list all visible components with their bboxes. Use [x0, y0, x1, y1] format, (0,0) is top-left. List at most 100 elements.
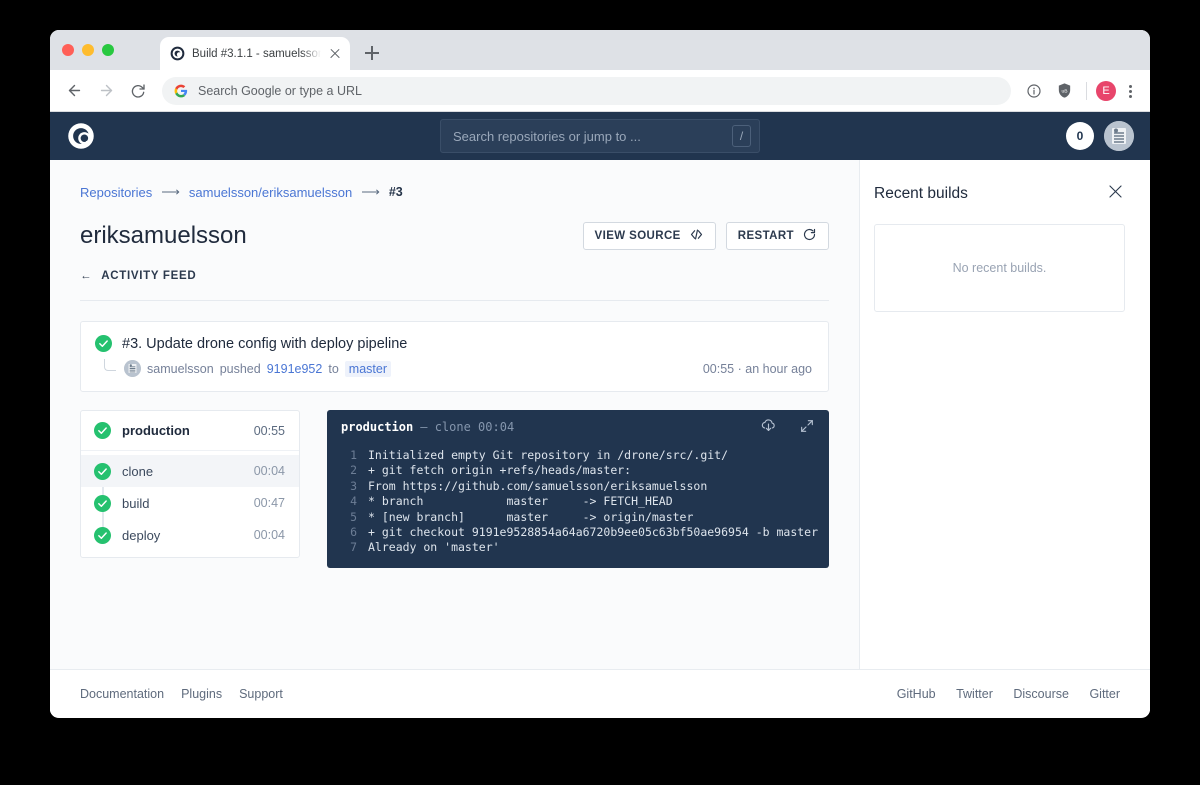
step-status-success-icon: [94, 526, 111, 544]
page-title-row: eriksamuelsson VIEW SOURCE RESTART: [80, 222, 829, 250]
toolbar-divider: [1086, 81, 1087, 100]
step-name: build: [122, 495, 150, 511]
log-line-number: 1: [350, 448, 357, 462]
extension-shield-icon[interactable]: uB: [1051, 78, 1077, 104]
log-line-number: 5: [350, 509, 357, 524]
step-duration: 00:04: [253, 528, 285, 542]
expand-logs-icon[interactable]: [799, 418, 815, 437]
build-meta-row: samuelsson pushed 9191e952 to master 00:…: [104, 359, 812, 377]
log-line: 2 + git fetch origin +refs/heads/master:: [327, 463, 829, 478]
breadcrumb-repositories[interactable]: Repositories: [80, 185, 152, 200]
log-line-number: 2: [350, 463, 357, 478]
log-line: 1 Initialized empty Git repository in /d…: [327, 448, 829, 463]
footer-link-documentation[interactable]: Documentation: [80, 687, 164, 701]
search-shortcut-key: /: [732, 125, 751, 147]
recent-builds-empty-state: No recent builds.: [874, 224, 1125, 312]
main-content: Repositories ⟶ samuelsson/eriksamuelsson…: [50, 160, 860, 669]
code-brackets-icon: [689, 227, 704, 245]
user-avatar[interactable]: [1104, 121, 1134, 151]
breadcrumb-arrow-icon: ⟶: [161, 184, 180, 199]
log-line-text: * [new branch] master -> origin/master: [368, 509, 694, 524]
log-line-number: 7: [350, 540, 357, 555]
footer-link-github[interactable]: GitHub: [897, 687, 936, 701]
log-line: 4 * branch master -> FETCH_HEAD: [327, 494, 829, 509]
address-bar[interactable]: Search Google or type a URL: [162, 76, 1011, 105]
breadcrumb-repo[interactable]: samuelsson/eriksamuelsson: [189, 185, 352, 200]
browser-tab[interactable]: Build #3.1.1 - samuelsson/eriks: [160, 37, 350, 70]
build-branch-badge[interactable]: master: [344, 360, 391, 377]
profile-avatar[interactable]: E: [1096, 80, 1116, 101]
new-tab-button[interactable]: [362, 43, 382, 63]
step-list: clone 00:04 build 00:47 deploy 00:04: [81, 451, 299, 557]
app-footer: Documentation Plugins Support GitHub Twi…: [50, 669, 1150, 717]
restart-button[interactable]: RESTART: [725, 222, 829, 250]
back-button[interactable]: [60, 77, 88, 105]
footer-link-support[interactable]: Support: [239, 687, 283, 701]
footer-link-discourse[interactable]: Discourse: [1013, 687, 1069, 701]
log-line: 7 Already on 'master': [327, 540, 829, 555]
app-header-actions: 0: [1066, 121, 1134, 151]
footer-link-twitter[interactable]: Twitter: [956, 687, 993, 701]
stage-header[interactable]: production 00:55: [81, 411, 299, 451]
svg-text:uB: uB: [1061, 88, 1068, 94]
author-avatar: [124, 360, 141, 377]
footer-link-gitter[interactable]: Gitter: [1089, 687, 1120, 701]
drone-favicon-icon: [170, 46, 185, 61]
log-line-number: 6: [350, 525, 357, 540]
page-info-icon[interactable]: [1021, 78, 1047, 104]
restart-label: RESTART: [737, 230, 794, 242]
build-summary-header: #3. Update drone config with deploy pipe…: [95, 335, 812, 352]
log-line-text: Initialized empty Git repository in /dro…: [368, 448, 729, 462]
step-item-deploy[interactable]: deploy 00:04: [81, 519, 299, 551]
close-window-button[interactable]: [62, 44, 74, 56]
reload-button[interactable]: [124, 77, 152, 105]
recent-builds-empty-text: No recent builds.: [952, 261, 1047, 275]
sidebar-header: Recent builds: [874, 182, 1125, 206]
build-to-label: to: [328, 361, 339, 376]
log-line-text: + git checkout 9191e9528854a64a6720b9ee0…: [368, 525, 819, 540]
build-status-success-icon: [95, 335, 112, 352]
view-source-button[interactable]: VIEW SOURCE: [582, 222, 716, 250]
app-header: Search repositories or jump to ... / 0: [50, 112, 1150, 160]
activity-feed-link[interactable]: ← ACTIVITY FEED: [80, 270, 829, 282]
browser-toolbar: Search Google or type a URL uB E: [50, 70, 1150, 112]
log-line-number: 4: [350, 494, 357, 509]
footer-link-plugins[interactable]: Plugins: [181, 687, 222, 701]
log-stage-name: production: [341, 420, 414, 434]
maximize-window-button[interactable]: [102, 44, 114, 56]
page-title: eriksamuelsson: [80, 222, 247, 249]
notification-badge[interactable]: 0: [1066, 122, 1094, 150]
step-name: deploy: [122, 527, 161, 543]
step-duration: 00:47: [253, 496, 285, 510]
view-source-label: VIEW SOURCE: [594, 230, 681, 242]
step-duration: 00:04: [253, 464, 285, 478]
close-sidebar-icon[interactable]: [1106, 182, 1125, 206]
close-tab-icon[interactable]: [328, 47, 342, 61]
step-item-build[interactable]: build 00:47: [81, 487, 299, 519]
minimize-window-button[interactable]: [82, 44, 94, 56]
browser-menu-icon[interactable]: [1120, 81, 1140, 101]
build-summary-card[interactable]: #3. Update drone config with deploy pipe…: [80, 321, 829, 392]
build-duration: 00:55: [702, 361, 735, 376]
recent-builds-sidebar: Recent builds No recent builds.: [860, 160, 1149, 669]
repo-search-box[interactable]: Search repositories or jump to ... /: [440, 119, 760, 153]
browser-tabstrip: Build #3.1.1 - samuelsson/eriks: [50, 30, 1150, 70]
log-line-text: + git fetch origin +refs/heads/master:: [368, 463, 632, 478]
log-line: 3 From https://github.com/samuelsson/eri…: [327, 479, 829, 494]
build-commit-sha[interactable]: 9191e952: [267, 362, 323, 376]
back-arrow-icon: ←: [80, 270, 93, 282]
drone-app: Search repositories or jump to ... / 0 R…: [50, 112, 1150, 717]
download-logs-icon[interactable]: [760, 417, 777, 437]
drone-logo-icon[interactable]: [66, 121, 96, 151]
tree-connector: [104, 359, 116, 371]
log-line-number: 3: [350, 478, 357, 493]
breadcrumb-current-build: #3: [388, 185, 403, 199]
log-panel-header: production – clone 00:04: [327, 410, 829, 444]
app-body: Repositories ⟶ samuelsson/eriksamuelsson…: [50, 160, 1150, 669]
window-controls: [62, 44, 114, 56]
content-divider: [80, 300, 829, 301]
step-item-clone[interactable]: clone 00:04: [81, 455, 299, 487]
log-line: 6 + git checkout 9191e9528854a64a6720b9e…: [327, 525, 829, 540]
stage-list: production 00:55 clone 00:04 build 00:47…: [80, 410, 300, 558]
log-step-meta: – clone 00:04: [420, 420, 515, 434]
